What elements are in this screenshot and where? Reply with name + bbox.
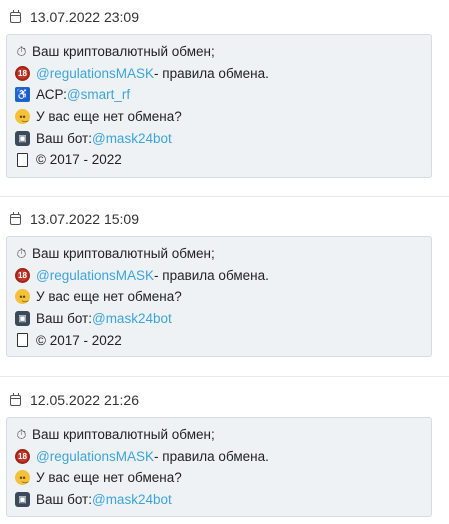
post-date: 12.05.2022 21:26: [30, 392, 139, 408]
post-date-row: 12.05.2022 21:26: [10, 392, 139, 408]
line-copyright: © 2017 - 2022: [15, 149, 423, 171]
copyright-text: © 2017 - 2022: [36, 332, 122, 348]
bot-label: Ваш бот:: [36, 130, 92, 146]
copyright-text: © 2017 - 2022: [36, 152, 122, 168]
post-date-row: 13.07.2022 15:09: [10, 211, 139, 227]
calendar-icon: [10, 211, 21, 225]
rules-link[interactable]: @regulationsMASK: [36, 268, 154, 283]
age-restriction-icon: 18: [15, 448, 30, 464]
rules-link[interactable]: @regulationsMASK: [36, 66, 154, 81]
bot-label: Ваш бот:: [36, 311, 92, 327]
line-bot: ▣ Ваш бот: @mask24bot: [15, 308, 423, 330]
no-exchange-text: У вас еще нет обмена?: [36, 470, 182, 486]
robot-icon: ▣: [15, 311, 30, 327]
bot-link[interactable]: @mask24bot: [92, 492, 172, 507]
rules-link[interactable]: @regulationsMASK: [36, 449, 154, 464]
line-no-exchange: •͜• У вас еще нет обмена?: [15, 467, 423, 489]
line-copyright: © 2017 - 2022: [15, 329, 423, 351]
bot-link[interactable]: @mask24bot: [92, 311, 172, 326]
rules-text: - правила обмена.: [154, 267, 269, 283]
line-bot: ▣ Ваш бот: @mask24bot: [15, 127, 423, 149]
exchange-text: Ваш криптовалютный обмен;: [32, 427, 215, 443]
confused-face-icon: •͜•: [15, 289, 30, 305]
line-exchange: ⏱ Ваш криптовалютный обмен;: [15, 424, 423, 446]
stopwatch-icon: ⏱: [16, 426, 27, 442]
rules-text: - правила обмена.: [154, 65, 269, 81]
line-rules: 18 @regulationsMASK - правила обмена.: [15, 446, 423, 468]
line-no-exchange: •͜• У вас еще нет обмена?: [15, 286, 423, 308]
line-acp: ♿ АСР: @smart_rf: [15, 84, 423, 106]
document-icon: [17, 152, 28, 167]
wheelchair-icon: ♿: [15, 87, 30, 103]
stopwatch-icon: ⏱: [16, 245, 27, 261]
line-rules: 18 @regulationsMASK - правила обмена.: [15, 265, 423, 287]
divider: [0, 196, 449, 197]
rules-text: - правила обмена.: [154, 448, 269, 464]
age-restriction-icon: 18: [15, 65, 30, 81]
calendar-icon: [10, 9, 21, 23]
stopwatch-icon: ⏱: [16, 43, 27, 59]
post-date: 13.07.2022 23:09: [30, 9, 139, 25]
exchange-text: Ваш криптовалютный обмен;: [32, 246, 215, 262]
line-bot: ▣ Ваш бот: @mask24bot: [15, 489, 423, 511]
no-exchange-text: У вас еще нет обмена?: [36, 289, 182, 305]
line-no-exchange: •͜• У вас еще нет обмена?: [15, 106, 423, 128]
post-date-row: 13.07.2022 23:09: [10, 9, 139, 25]
calendar-icon: [10, 392, 21, 406]
acp-link[interactable]: @smart_rf: [67, 87, 130, 102]
confused-face-icon: •͜•: [15, 470, 30, 486]
document-icon: [17, 333, 28, 348]
message-card: ⏱ Ваш криптовалютный обмен; 18 @regulati…: [6, 34, 432, 178]
line-exchange: ⏱ Ваш криптовалютный обмен;: [15, 243, 423, 265]
acp-label: АСР:: [36, 87, 67, 103]
divider: [0, 376, 449, 377]
post-date: 13.07.2022 15:09: [30, 211, 139, 227]
robot-icon: ▣: [15, 492, 30, 508]
bot-label: Ваш бот:: [36, 492, 92, 508]
message-card: ⏱ Ваш криптовалютный обмен; 18 @regulati…: [6, 236, 432, 357]
age-restriction-icon: 18: [15, 267, 30, 283]
line-rules: 18 @regulationsMASK - правила обмена.: [15, 63, 423, 85]
robot-icon: ▣: [15, 130, 30, 146]
confused-face-icon: •͜•: [15, 109, 30, 125]
message-card: ⏱ Ваш криптовалютный обмен; 18 @regulati…: [6, 417, 432, 517]
no-exchange-text: У вас еще нет обмена?: [36, 109, 182, 125]
line-exchange: ⏱ Ваш криптовалютный обмен;: [15, 41, 423, 63]
exchange-text: Ваш криптовалютный обмен;: [32, 44, 215, 60]
bot-link[interactable]: @mask24bot: [92, 131, 172, 146]
